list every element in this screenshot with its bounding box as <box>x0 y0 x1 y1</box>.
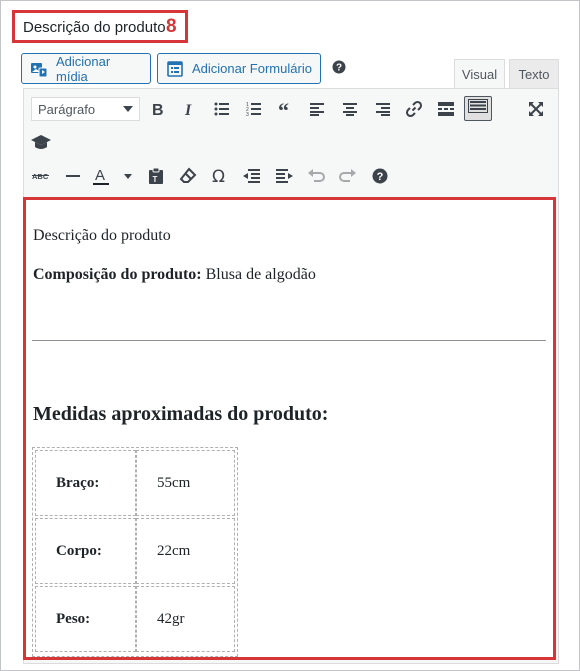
outdent-icon[interactable] <box>242 166 262 186</box>
table-cell-value: 42gr <box>136 586 235 652</box>
media-icon <box>30 60 48 78</box>
horizontal-rule <box>32 340 546 341</box>
read-more-icon[interactable] <box>436 99 456 119</box>
editor-content-area[interactable]: Descrição do produto Composição do produ… <box>23 197 556 660</box>
format-select[interactable]: Parágrafo <box>31 97 140 121</box>
svg-text:?: ? <box>377 171 384 183</box>
add-form-label: Adicionar Formulário <box>192 61 312 76</box>
strikethrough-icon[interactable]: ABC <box>31 166 51 186</box>
composition-value: Blusa de algodão <box>201 266 316 283</box>
align-left-icon[interactable] <box>308 99 328 119</box>
svg-text:?: ? <box>336 63 342 74</box>
blockquote-icon[interactable]: “ <box>276 99 296 119</box>
redo-icon[interactable] <box>338 166 358 186</box>
link-icon[interactable] <box>404 99 424 119</box>
form-icon <box>166 60 184 78</box>
add-form-button[interactable]: Adicionar Formulário <box>157 53 321 84</box>
keyboard-icon <box>468 99 488 118</box>
description-line: Descrição do produto <box>33 227 171 244</box>
bullet-list-icon[interactable] <box>212 99 232 119</box>
svg-text:“: “ <box>278 102 289 116</box>
svg-text:A: A <box>95 167 105 184</box>
tab-text[interactable]: Texto <box>509 59 559 89</box>
composition-label: Composição do produto: <box>33 266 202 283</box>
svg-text:T: T <box>153 175 158 184</box>
paste-text-icon[interactable]: T <box>146 166 166 186</box>
svg-text:3: 3 <box>246 112 249 116</box>
product-description-panel: Descrição do produto 8 Adicionar mídia A… <box>0 0 580 671</box>
svg-text:B: B <box>152 102 164 117</box>
special-character-icon[interactable]: Ω <box>210 166 230 186</box>
toolbar-toggle-button[interactable] <box>464 96 492 121</box>
indent-icon[interactable] <box>274 166 294 186</box>
format-select-value: Parágrafo <box>38 101 96 117</box>
horizontal-line-icon[interactable] <box>63 166 83 186</box>
add-media-label: Adicionar mídia <box>56 53 111 84</box>
svg-text:Ω: Ω <box>212 167 225 185</box>
undo-icon[interactable] <box>306 166 326 186</box>
section-title: Descrição do produto <box>23 19 166 36</box>
measures-table: Braço: 55cm Corpo: 22cm Peso: 42gr <box>32 447 238 657</box>
graduation-cap-icon[interactable] <box>31 132 51 152</box>
bold-icon[interactable]: B <box>148 99 168 119</box>
align-right-icon[interactable] <box>372 99 392 119</box>
table-cell-value: 55cm <box>136 450 235 516</box>
section-marker: 8 <box>166 16 177 37</box>
help-icon[interactable]: ? <box>332 60 346 74</box>
italic-icon[interactable]: I <box>180 99 200 119</box>
composition-line: Composição do produto: Blusa de algodão <box>33 266 316 284</box>
clear-formatting-icon[interactable] <box>178 166 198 186</box>
add-media-button[interactable]: Adicionar mídia <box>21 53 151 84</box>
keyboard-shortcuts-help-icon[interactable]: ? <box>370 166 390 186</box>
table-cell-value: 22cm <box>136 518 235 584</box>
section-title-highlight: Descrição do produto 8 <box>12 10 188 43</box>
align-center-icon[interactable] <box>340 99 360 119</box>
text-color-dropdown-icon[interactable] <box>118 166 138 186</box>
text-color-icon[interactable]: A <box>93 166 113 186</box>
table-cell-label: Braço: <box>35 450 136 516</box>
numbered-list-icon[interactable]: 1 2 3 <box>244 99 264 119</box>
table-cell-label: Peso: <box>35 586 136 652</box>
tab-visual[interactable]: Visual <box>454 59 505 89</box>
table-cell-label: Corpo: <box>35 518 136 584</box>
measures-heading: Medidas aproximadas do produto: <box>33 403 329 425</box>
fullscreen-icon[interactable] <box>526 99 546 119</box>
svg-text:I: I <box>184 102 192 117</box>
chevron-down-icon <box>123 106 133 112</box>
svg-text:ABC: ABC <box>32 172 49 181</box>
